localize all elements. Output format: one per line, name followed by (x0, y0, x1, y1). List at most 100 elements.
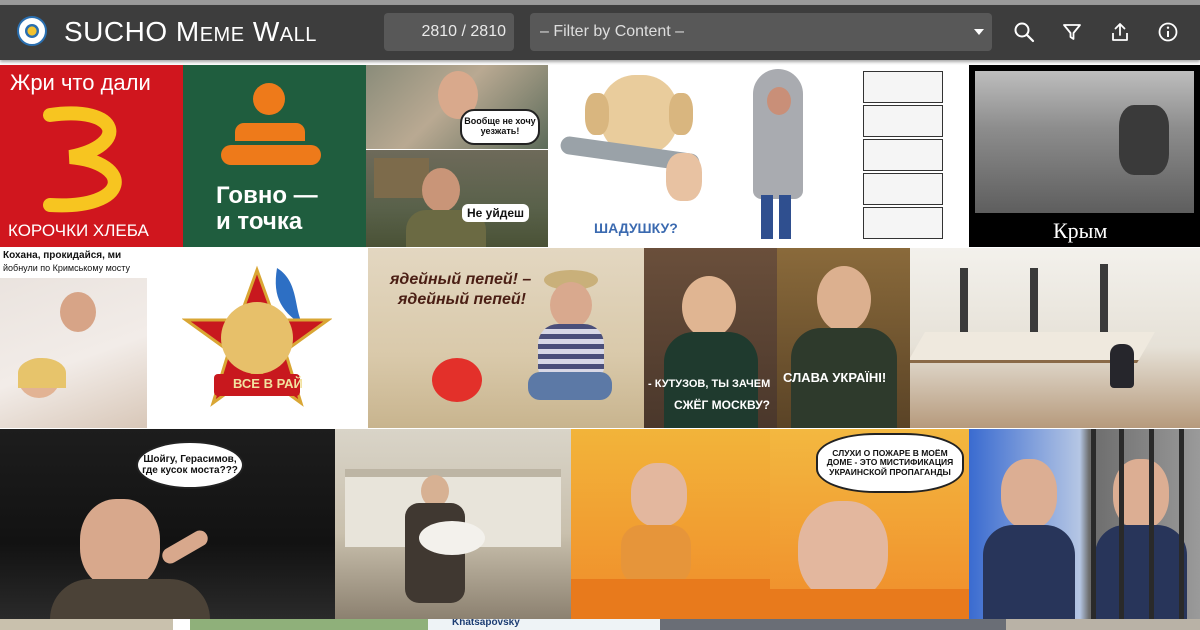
meme-tile-govno[interactable]: Говно — и точка (183, 65, 366, 247)
meme-caption: ШАДУШКУ? (594, 220, 678, 236)
striped-shirt (538, 324, 604, 376)
jail-bar (1119, 429, 1124, 619)
meme-caption: ВСЕ В РАЙ (233, 376, 303, 391)
meme-tile-kokhana[interactable]: Кохана, прокидайся, ми йобнули по Кримсь… (0, 248, 147, 428)
meme-caption: СЛАВА УКРАЇНІ! (783, 370, 887, 385)
meme-tile-row4-d[interactable] (1006, 619, 1200, 630)
face (767, 87, 791, 115)
meme-caption: СЖЁГ МОСКВУ? (674, 398, 770, 412)
meme-caption: Жри что дали (10, 70, 151, 95)
filter-button[interactable] (1059, 19, 1085, 45)
jail-bar (1179, 429, 1184, 619)
face (798, 501, 888, 601)
face (550, 282, 592, 328)
goose (419, 521, 485, 555)
pillar (1030, 268, 1038, 338)
medal-board (374, 158, 429, 198)
jail-bar (1149, 429, 1154, 619)
meme-tile-long-table[interactable] (910, 248, 1200, 428)
filter-dropdown-label: – Filter by Content – (540, 23, 685, 40)
face (80, 499, 160, 589)
filter-dropdown[interactable]: – Filter by Content – (530, 13, 992, 51)
jail-bar (1091, 429, 1096, 619)
sunbather (1119, 105, 1169, 175)
meme-tile-surovikin[interactable] (969, 429, 1200, 619)
meme-caption: ядейный пепей! (398, 291, 526, 308)
uniform (1095, 525, 1187, 619)
orange-shape (221, 145, 321, 165)
flames (770, 589, 969, 619)
seated-figure (1110, 344, 1134, 388)
search-icon (1014, 22, 1035, 43)
meme-tile-this-is-fine-left[interactable] (571, 429, 770, 619)
speech-bubble: СЛУХИ О ПОЖАРЕ В МОЁМ ДОМЕ - ЭТО МИСТИФИ… (816, 433, 964, 493)
face (60, 292, 96, 332)
meme-caption: Khatsapovsky (452, 619, 520, 628)
app-header: SUCHO Meme Wall 2810 / 2810 – Filter by … (0, 5, 1200, 60)
face (1001, 459, 1057, 529)
face (682, 276, 736, 338)
meme-tile-prigozhin[interactable]: Шойгу, Герасимов, где кусок моста??? (0, 429, 335, 619)
meme-tile-this-is-fine-right[interactable]: СЛУХИ О ПОЖАРЕ В МОЁМ ДОМЕ - ЭТО МИСТИФИ… (770, 429, 969, 619)
dog-body (621, 525, 691, 585)
filter-icon (1063, 24, 1081, 40)
meme-caption: и точка (216, 208, 303, 235)
meme-tile-uezhat[interactable]: Вообще не хочу уезжать! (366, 65, 548, 149)
jeans (528, 372, 612, 400)
flames (571, 579, 770, 619)
comic-panel (863, 173, 943, 205)
comic-panel (863, 207, 943, 239)
hand (666, 153, 702, 201)
meme-tile-ne-uidesh[interactable]: Не уйдеш (366, 150, 548, 247)
page-title: SUCHO Meme Wall (64, 16, 317, 47)
search-button[interactable] (1011, 19, 1037, 45)
meme-grid: Жри что дали КОРОЧКИ ХЛЕБА Говно — и точ… (0, 65, 1200, 630)
meme-caption: КОРОЧКИ ХЛЕБА (8, 221, 149, 240)
comic-panel (863, 105, 943, 137)
meme-tile-khatsapovsky[interactable]: Khatsapovsky (428, 619, 660, 630)
meme-caption: Кохана, прокидайся, ми (3, 250, 122, 261)
pillar (1100, 264, 1108, 338)
meme-caption: - КУТУЗОВ, ТЫ ЗАЧЕМ (648, 378, 771, 390)
hair (18, 358, 66, 388)
meme-tile-kutuzov-left[interactable]: - КУТУЗОВ, ТЫ ЗАЧЕМ СЖЁГ МОСКВУ? (644, 248, 777, 428)
item-counter[interactable]: 2810 / 2810 (384, 13, 514, 51)
info-button[interactable] (1155, 19, 1181, 45)
meme-tile-krym[interactable]: Крым (969, 65, 1200, 247)
meme-tile-row4-c[interactable] (660, 619, 1006, 630)
caret-down-icon (974, 29, 984, 35)
speech-bubble: Шойгу, Герасимов, где кусок моста??? (136, 441, 244, 489)
meme-tile-goose[interactable] (335, 429, 571, 619)
meme-caption: йобнули по Кримському мосту (3, 263, 131, 273)
comic-panel (863, 139, 943, 171)
puppy-ear (585, 93, 609, 135)
orange-circle (253, 83, 285, 115)
pillar (960, 268, 968, 338)
meme-tile-row4-a[interactable] (0, 619, 173, 630)
orange-shape (235, 123, 305, 141)
red-star-badge (182, 265, 332, 407)
meme-tile-shark-costume[interactable] (731, 65, 969, 247)
share-button[interactable] (1107, 19, 1133, 45)
meme-caption: ядейный пепей! – (390, 271, 532, 288)
meme-tile-row4-b[interactable] (190, 619, 428, 630)
comic-panel (863, 71, 943, 103)
red-bucket (432, 358, 482, 402)
speech-bubble: Вообще не хочу уезжать! (460, 109, 540, 145)
face (817, 266, 871, 332)
meme-tile-korochki[interactable]: Жри что дали КОРОЧКИ ХЛЕБА (0, 65, 183, 247)
sucho-logo[interactable] (17, 16, 47, 46)
meme-tile-pepel[interactable]: ядейный пепей! – ядейный пепей! (368, 248, 644, 428)
info-icon (1158, 22, 1178, 42)
speech-bubble: Не уйдеш (462, 204, 530, 222)
leg (761, 195, 773, 239)
jacket (50, 579, 210, 619)
meme-tile-shadushku[interactable]: ШАДУШКУ? (548, 65, 731, 247)
share-icon (1112, 23, 1128, 41)
meme-tile-pioneer-badge[interactable]: ВСЕ В РАЙ (147, 248, 368, 428)
leg (779, 195, 791, 239)
face (631, 463, 687, 527)
golden-arches-rotated (43, 106, 122, 213)
meme-tile-kutuzov-right[interactable]: СЛАВА УКРАЇНІ! (777, 248, 910, 428)
meme-caption: Крым (1053, 218, 1108, 243)
